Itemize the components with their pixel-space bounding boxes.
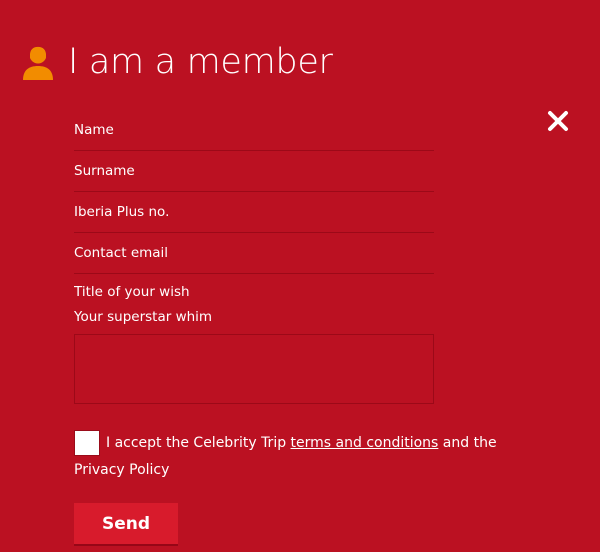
terms-link[interactable]: terms and conditions [291,435,439,451]
terms-checkbox[interactable] [74,430,100,456]
iberia-plus-field-row [74,192,434,233]
surname-input[interactable] [74,151,434,191]
form-header: I am a member [20,38,333,86]
send-button[interactable]: Send [74,503,178,544]
contact-email-input[interactable] [74,233,434,273]
member-form-page: I am a member Your superstar whim I acce… [0,0,600,552]
member-icon [23,45,53,80]
member-form: Your superstar whim [74,110,434,404]
iberia-plus-input[interactable] [74,192,434,232]
wish-title-input[interactable] [74,274,434,310]
email-field-row [74,233,434,274]
superstar-whim-label: Your superstar whim [74,309,213,325]
name-input[interactable] [74,110,434,150]
terms-consent: I accept the Celebrity Trip terms and co… [74,430,534,484]
surname-field-row [74,151,434,192]
wish-title-field-row [74,274,434,310]
name-field-row [74,110,434,151]
close-icon[interactable] [545,108,571,134]
page-title: I am a member [68,42,333,82]
superstar-whim-textarea[interactable] [74,334,434,404]
consent-text-before: I accept the Celebrity Trip [106,435,291,451]
